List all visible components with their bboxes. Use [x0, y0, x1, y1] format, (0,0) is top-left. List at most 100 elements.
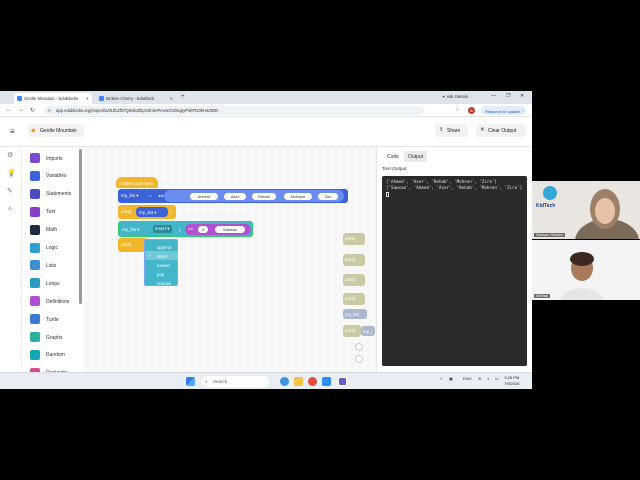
- category-item[interactable]: Math: [28, 224, 84, 235]
- dropdown-option-selected[interactable]: ✓ insert: [145, 251, 181, 260]
- ask-gemini-button[interactable]: ✦ Ask Gemini: [442, 94, 468, 99]
- category-item[interactable]: Definitions: [28, 296, 84, 307]
- forward-icon[interactable]: →: [18, 107, 24, 113]
- start-code-block[interactable]: # Start code here: [116, 177, 158, 188]
- tab-output[interactable]: Output: [404, 151, 428, 162]
- address-bar: ← → ↻ ⚲ app.edublocks.org/project/a/3Ufc…: [0, 104, 532, 117]
- category-item[interactable]: Loops: [28, 278, 84, 289]
- back-icon[interactable]: ←: [6, 107, 12, 113]
- close-window-button[interactable]: ✕: [520, 93, 524, 99]
- tools-icon[interactable]: ✧: [7, 205, 13, 213]
- category-label: Lists: [46, 262, 57, 269]
- list-method-block[interactable]: my_list ▾ . insert ▾ ( ◂ ▸ 0 Sawsan: [118, 221, 253, 237]
- list-item[interactable]: Ahmed: [190, 192, 218, 200]
- category-label: Logic: [46, 245, 58, 251]
- faded-print-block[interactable]: print(: [343, 274, 365, 286]
- category-icon: [30, 153, 40, 163]
- category-item[interactable]: Variables: [28, 170, 84, 181]
- tab-gentle-mountain[interactable]: Gentle Mountain - EduBlocks ✕: [14, 93, 92, 104]
- site-info-icon[interactable]: ⚲: [48, 108, 51, 113]
- zoom-in-icon[interactable]: [355, 343, 363, 351]
- clear-output-button[interactable]: ✕ Clear Output: [476, 124, 526, 137]
- battery-icon[interactable]: ▭: [495, 376, 499, 381]
- url-field[interactable]: ⚲ app.edublocks.org/project/a/3UfcZfk7Q5…: [44, 106, 424, 115]
- text-output-console[interactable]: ['Ahmed', 'Aser', 'Rehab', 'Mohsen', 'Zi…: [382, 176, 527, 366]
- category-item[interactable]: Random: [28, 349, 84, 360]
- zoom-app-icon[interactable]: [322, 377, 331, 386]
- settings-icon[interactable]: ⚙: [7, 151, 13, 159]
- participant-video: [532, 181, 640, 239]
- category-icon: [30, 206, 40, 217]
- dropdown-option[interactable]: extend: [145, 260, 181, 269]
- list-item[interactable]: Rehab: [252, 192, 276, 200]
- profile-avatar[interactable]: A: [468, 107, 475, 114]
- language-indicator[interactable]: ENG: [463, 376, 472, 381]
- puzzle-icon[interactable]: ✎: [7, 187, 13, 195]
- taskbar-search[interactable]: ⌕ Search: [201, 376, 269, 387]
- dropdown-option[interactable]: append: [145, 242, 181, 251]
- minimize-button[interactable]: —: [491, 93, 496, 99]
- list-item[interactable]: Ziro: [318, 192, 338, 200]
- share-button[interactable]: ⇪ Share: [435, 124, 468, 137]
- faded-print-block[interactable]: print(: [343, 325, 361, 337]
- video-tile-ahmad[interactable]: Ahmad: [532, 240, 640, 300]
- windows-taskbar: ⌕ Search ˄ ▣ ENG ≋ ◖ ▭ 3:26 PM 7/9/2026: [0, 372, 532, 389]
- input-cursor: [386, 192, 389, 197]
- index-value[interactable]: 0: [198, 226, 208, 233]
- faded-print-block[interactable]: print(: [343, 293, 365, 305]
- video-tile-sawsan[interactable]: KidTech Sawsan Hisham: [532, 181, 640, 239]
- chrome-icon[interactable]: [308, 377, 317, 386]
- lightbulb-icon[interactable]: 💡: [7, 169, 16, 177]
- close-tab-icon[interactable]: ✕: [170, 96, 173, 101]
- edge-icon[interactable]: [280, 377, 289, 386]
- bookmark-star-icon[interactable]: ☆: [455, 107, 459, 113]
- category-item[interactable]: Turtle: [28, 314, 84, 325]
- volume-icon[interactable]: ◖: [487, 376, 489, 381]
- category-item[interactable]: Imports: [28, 153, 84, 163]
- windows-start-icon[interactable]: [186, 377, 195, 386]
- variable-block[interactable]: my_list ▾: [136, 207, 168, 217]
- category-item[interactable]: Graphs: [28, 332, 84, 342]
- categories-scrollbar[interactable]: [79, 149, 82, 304]
- category-item[interactable]: Statements: [28, 188, 84, 199]
- arguments-block[interactable]: ◂ ▸ 0 Sawsan: [185, 224, 251, 235]
- list-item[interactable]: Mohsen: [284, 192, 312, 200]
- close-tab-icon[interactable]: ✕: [86, 96, 89, 101]
- wifi-icon[interactable]: ≋: [478, 376, 481, 381]
- method-dropdown[interactable]: insert ▾: [153, 225, 172, 233]
- file-explorer-icon[interactable]: [294, 377, 303, 386]
- maximize-button[interactable]: ❐: [506, 93, 510, 99]
- menu-icon[interactable]: ≡: [10, 127, 15, 136]
- dropdown-option[interactable]: pop: [145, 269, 181, 278]
- tray-app-icon[interactable]: ▣: [449, 376, 453, 381]
- category-item[interactable]: Logic: [28, 242, 84, 253]
- faded-print-block[interactable]: print(: [343, 233, 365, 245]
- project-name-button[interactable]: ◆ Gentle Mountain: [28, 124, 84, 137]
- block-workspace[interactable]: # Start code here my_list ▾ = ◂ ▸ Ahmed …: [84, 147, 376, 389]
- zoom-out-icon[interactable]: [355, 355, 363, 363]
- list-literal-block[interactable]: Ahmed Aser Rehab Mohsen Ziro: [164, 190, 344, 202]
- category-icon: [30, 349, 40, 360]
- category-icon: [30, 314, 40, 325]
- category-item[interactable]: Text: [28, 206, 84, 217]
- category-icon: [30, 296, 40, 307]
- list-item[interactable]: Aser: [224, 192, 246, 200]
- tray-chevron-icon[interactable]: ˄: [440, 376, 442, 381]
- taskbar-clock[interactable]: 3:26 PM 7/9/2026: [504, 375, 520, 387]
- print-block[interactable]: print( my_list ▾ ): [118, 205, 176, 219]
- tab-code[interactable]: Code: [383, 151, 403, 162]
- tab-broken-cherry[interactable]: Broken Cherry - EduBlock ✕: [96, 93, 176, 104]
- new-tab-button[interactable]: +: [181, 94, 185, 100]
- app-icon[interactable]: [338, 377, 347, 386]
- insert-value[interactable]: Sawsan: [215, 226, 245, 233]
- faded-variable-block[interactable]: my_l: [361, 326, 375, 336]
- faded-print-block[interactable]: print(: [343, 254, 365, 266]
- reload-icon[interactable]: ↻: [30, 107, 35, 114]
- dropdown-option[interactable]: remove: [145, 278, 181, 287]
- category-item[interactable]: Lists: [28, 260, 84, 271]
- list-assignment-block[interactable]: my_list ▾ = ◂ ▸ Ahmed Aser Rehab Mohsen …: [118, 189, 348, 203]
- faded-variable-block[interactable]: my_list: [343, 309, 367, 319]
- method-options-dropdown[interactable]: append ✓ insert extend pop remove: [144, 239, 181, 287]
- relaunch-update-button[interactable]: Relaunch to update ⋮: [481, 106, 526, 115]
- category-icon: [30, 332, 40, 342]
